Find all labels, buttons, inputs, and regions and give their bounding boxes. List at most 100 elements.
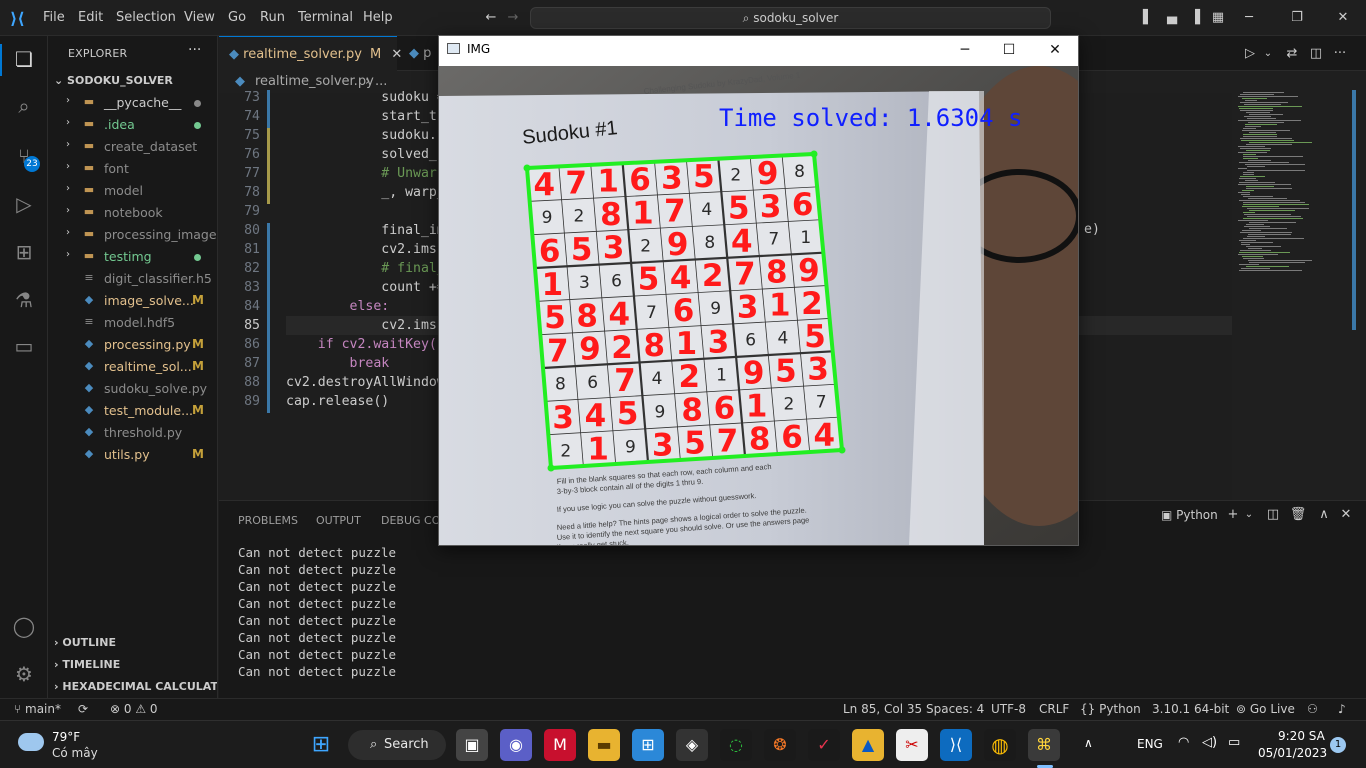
python-interpreter[interactable]: 3.10.1 64-bit — [1152, 702, 1229, 716]
menu-terminal[interactable]: Terminal — [298, 10, 353, 25]
tree-item[interactable]: › ▬ model — [48, 180, 217, 202]
menu-go[interactable]: Go — [228, 10, 246, 25]
wifi-icon[interactable]: ◠ — [1178, 735, 1189, 750]
sync-icon[interactable]: ⟳ — [78, 702, 88, 716]
tab-realtime-solver[interactable]: ◆ realtime_solver.py M ✕ — [219, 36, 402, 71]
tree-item[interactable]: › ▬ create_dataset — [48, 136, 217, 158]
problems-status[interactable]: ⊗ 0 ⚠ 0 — [110, 702, 158, 716]
microsoft-store-icon[interactable]: ⊞ — [632, 729, 664, 761]
volume-icon[interactable]: ◁) — [1202, 735, 1217, 750]
toggle-secondary-sidebar-icon[interactable]: ▐ — [1186, 9, 1204, 27]
tree-item[interactable]: ◆ threshold.py — [48, 422, 217, 444]
tree-item[interactable]: ◆ sudoku_solve.py — [48, 378, 217, 400]
jupyter-icon[interactable]: ❂ — [764, 729, 796, 761]
spinner-app-icon[interactable]: ◌ — [720, 729, 752, 761]
tree-item[interactable]: ≡ model.hdf5 — [48, 312, 217, 334]
windows-start-icon[interactable]: ⊞ — [305, 729, 337, 761]
menu-view[interactable]: View — [184, 10, 215, 25]
battery-icon[interactable]: ▭ — [1228, 735, 1240, 750]
vscode-taskbar-icon[interactable]: ⟩⟨ — [940, 729, 972, 761]
run-dropdown-icon[interactable]: ⌄ — [1259, 45, 1277, 63]
menu-file[interactable]: File — [43, 10, 65, 25]
clock-time[interactable]: 9:20 SA — [1278, 729, 1325, 743]
cloud-weather-icon[interactable] — [18, 733, 44, 751]
run-debug-icon[interactable]: ▷ — [10, 190, 38, 218]
customize-layout-icon[interactable]: ▦ — [1209, 9, 1227, 27]
encoding[interactable]: UTF-8 — [991, 702, 1026, 716]
img-maximize-icon[interactable]: ☐ — [989, 38, 1029, 62]
img-window[interactable]: IMG ─ ☐ ✕ Challenging Sudoku by KrazyDad… — [438, 35, 1079, 546]
notifications-bell-icon[interactable]: ♪ — [1338, 702, 1346, 716]
photos-folder-icon[interactable]: ▲ — [852, 729, 884, 761]
tree-item[interactable]: ◆ test_module... M — [48, 400, 217, 422]
teams-chat-icon[interactable]: ◉ — [500, 729, 532, 761]
remote-explorer-icon[interactable]: ▭ — [10, 332, 38, 360]
taskbar-search[interactable]: ⌕ Search — [348, 730, 446, 760]
input-language[interactable]: ENG — [1137, 737, 1163, 751]
split-editor-icon[interactable]: ◫ — [1307, 45, 1325, 63]
tree-item[interactable]: ◆ processing.py M — [48, 334, 217, 356]
tab-output[interactable]: OUTPUT — [316, 514, 361, 527]
tree-item[interactable]: › ▬ font — [48, 158, 217, 180]
tree-item[interactable]: › ▬ .idea — [48, 114, 217, 136]
close-icon[interactable]: ✕ — [1334, 9, 1352, 27]
menu-selection[interactable]: Selection — [116, 10, 176, 25]
extensions-icon[interactable]: ⊞ — [10, 238, 38, 266]
kill-terminal-icon[interactable]: 🗑 — [1289, 506, 1307, 524]
accounts-status-icon[interactable]: ⚇ — [1307, 702, 1318, 716]
show-hidden-icons[interactable]: ∧ — [1084, 736, 1093, 750]
notification-count[interactable]: 1 — [1330, 737, 1346, 753]
language-mode[interactable]: {} Python — [1080, 702, 1141, 716]
tree-item[interactable]: ◆ utils.py M — [48, 444, 217, 466]
terminal-dropdown-icon[interactable]: ⌄ — [1240, 506, 1258, 524]
weather-temp[interactable]: 79°F — [52, 730, 80, 744]
clock-date[interactable]: 05/01/2023 — [1258, 746, 1327, 760]
close-panel-icon[interactable]: ✕ — [1337, 506, 1355, 524]
mcafee-icon[interactable]: M — [544, 729, 576, 761]
git-branch[interactable]: ⑂ main* — [14, 702, 61, 716]
go-live[interactable]: ⊚ Go Live — [1236, 702, 1295, 716]
tab-problems[interactable]: PROBLEMS — [238, 514, 298, 527]
editor-scrollbar[interactable] — [1352, 90, 1366, 500]
menu-edit[interactable]: Edit — [78, 10, 103, 25]
python-taskbar-icon[interactable]: ⌘ — [1028, 729, 1060, 761]
chrome-icon[interactable]: ◍ — [984, 729, 1016, 761]
menu-help[interactable]: Help — [363, 10, 393, 25]
tree-item[interactable]: › ▬ __pycache__ — [48, 92, 217, 114]
toggle-panel-icon[interactable]: ▄ — [1163, 9, 1181, 27]
tree-item[interactable]: › ▬ testimg — [48, 246, 217, 268]
testing-icon[interactable]: ⚗ — [10, 286, 38, 314]
minimap[interactable] — [1232, 90, 1352, 500]
cursor-position[interactable]: Ln 85, Col 35 — [843, 702, 922, 716]
snipping-tool-icon[interactable]: ✂ — [896, 729, 928, 761]
command-center-search[interactable]: ⌕ sodoku_solver — [530, 7, 1051, 29]
tree-item[interactable]: ◆ image_solve... M — [48, 290, 217, 312]
img-minimize-icon[interactable]: ─ — [945, 38, 985, 62]
toggle-sidebar-icon[interactable]: ▌ — [1139, 9, 1157, 27]
terminal-selector[interactable]: ▣ Python — [1161, 508, 1218, 522]
more-actions-icon[interactable]: ··· — [188, 42, 201, 58]
indentation[interactable]: Spaces: 4 — [926, 702, 984, 716]
breadcrumb-file[interactable]: realtime_solver.py — [255, 74, 374, 89]
restore-icon[interactable]: ❐ — [1288, 9, 1306, 27]
tree-item[interactable]: ≡ digit_classifier.h5 — [48, 268, 217, 290]
weather-desc[interactable]: Có mây — [52, 746, 98, 760]
open-changes-icon[interactable]: ⇄ — [1283, 45, 1301, 63]
run-python-file-icon[interactable]: ▷ — [1241, 45, 1259, 63]
menu-run[interactable]: Run — [260, 10, 285, 25]
tree-item[interactable]: › ▬ notebook — [48, 202, 217, 224]
breadcrumb-symbol[interactable]: ... — [375, 74, 387, 89]
back-arrow-icon[interactable]: ← — [482, 9, 500, 27]
maximize-panel-icon[interactable]: ∧ — [1315, 506, 1333, 524]
line-ending[interactable]: CRLF — [1039, 702, 1069, 716]
editor-more-icon[interactable]: ··· — [1331, 45, 1349, 63]
minimize-icon[interactable]: ─ — [1240, 9, 1258, 27]
tree-item[interactable]: ◆ realtime_sol... M — [48, 356, 217, 378]
timeline-section[interactable]: › TIMELINE — [54, 658, 120, 671]
search-icon[interactable]: ⌕ — [10, 92, 38, 120]
tree-item[interactable]: › ▬ processing_image — [48, 224, 217, 246]
outline-section[interactable]: › OUTLINE — [54, 636, 116, 649]
forward-arrow-icon[interactable]: → — [504, 9, 522, 27]
img-close-icon[interactable]: ✕ — [1035, 38, 1075, 62]
settings-gear-icon[interactable]: ⚙ — [10, 660, 38, 688]
